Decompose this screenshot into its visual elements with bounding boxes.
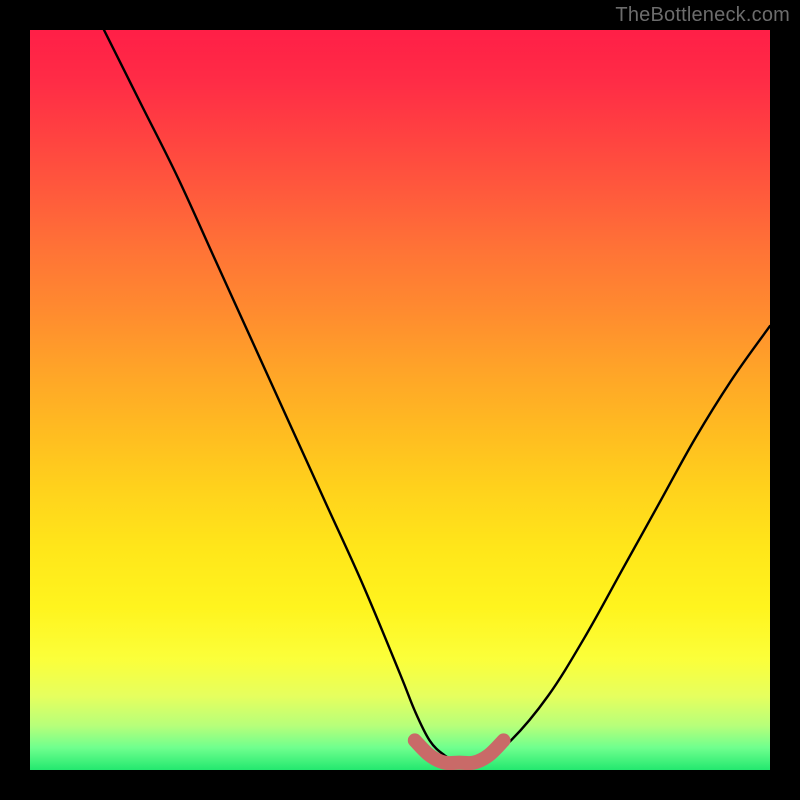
chart-stage: TheBottleneck.com	[0, 0, 800, 800]
optimal-zone-path	[415, 740, 504, 763]
plot-area	[30, 30, 770, 770]
bottleneck-curve-path	[104, 30, 770, 764]
curve-layer	[30, 30, 770, 770]
watermark-text: TheBottleneck.com	[615, 4, 790, 27]
